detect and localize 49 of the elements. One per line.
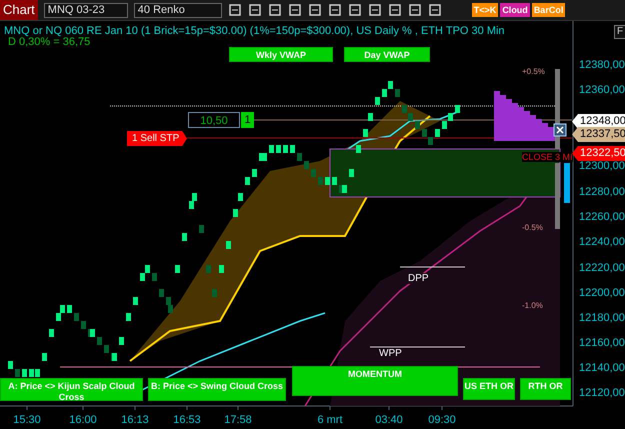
window-title: Chart: [0, 0, 38, 20]
volume-bar: [555, 163, 560, 229]
indicator-toggle[interactable]: Cloud: [500, 3, 530, 17]
instrument-dropdown[interactable]: MNQ 03-23: [44, 2, 128, 18]
order-quantity: 1: [241, 112, 254, 128]
sell-stop-order-tag[interactable]: 1 Sell STP: [127, 131, 187, 146]
vwap-button[interactable]: Wkly VWAP: [229, 47, 333, 62]
signal-button[interactable]: B: Price <> Swing Cloud Cross: [148, 378, 286, 401]
bar-type-dropdown[interactable]: 40 Renko: [134, 2, 222, 18]
pivot-line: [400, 266, 466, 268]
time-axis-label: 09:30: [428, 414, 456, 426]
indicator-toggle[interactable]: BarCol: [532, 3, 566, 17]
price-axis-label: 12220,00: [579, 262, 625, 274]
pivot-label: DPP: [406, 273, 431, 284]
price-axis-label: 12300,00: [579, 160, 625, 172]
close-icon[interactable]: [554, 124, 566, 136]
price-axis-label: 12140,00: [579, 362, 625, 374]
signal-button[interactable]: RTH OR: [520, 378, 571, 400]
signal-button[interactable]: US ETH OR: [463, 378, 515, 400]
indicator-toggle[interactable]: T<>K: [472, 3, 498, 17]
price-axis-label: 12240,00: [579, 236, 625, 248]
time-axis-label: 16:00: [69, 414, 97, 426]
vwap-button[interactable]: Day VWAP: [344, 47, 430, 62]
percent-label: +0.5%: [522, 67, 545, 76]
price-axis-label: 12380,00: [579, 59, 625, 71]
signal-button[interactable]: MOMENTUM: [292, 366, 458, 396]
time-axis-label: 17:58: [224, 414, 252, 426]
pivot-label: WPP: [377, 348, 404, 359]
chart-title: MNQ or NQ 060 RE Jan 10 (1 Brick=15p=$30.00) (1%=150p=$300.00), US Daily % , ETH TPO 30 Min: [4, 25, 505, 37]
signal-button[interactable]: A: Price <> Kijun Scalp Cloud Cross: [0, 378, 143, 401]
time-axis-label: 15:30: [13, 414, 41, 426]
price-axis-label: 12260,00: [579, 211, 625, 223]
price-axis-label: 12160,00: [579, 337, 625, 349]
volume-bar: [564, 163, 570, 203]
percent-label: -0.5%: [522, 223, 543, 232]
price-axis-label: 12280,00: [579, 186, 625, 198]
price-axis-label: 12200,00: [579, 287, 625, 299]
price-axis-label: 12180,00: [579, 312, 625, 324]
order-value-field[interactable]: 10,50: [188, 112, 240, 128]
percent-label: -1.0%: [522, 301, 543, 310]
close-label: CLOSE 3 MI: [522, 152, 573, 162]
time-axis-label: 03:40: [375, 414, 403, 426]
price-axis-label: 12360,00: [579, 84, 625, 96]
f-button[interactable]: F: [614, 25, 625, 39]
time-axis-label: 16:13: [121, 414, 149, 426]
time-axis-label: 6 mrt: [317, 414, 343, 426]
price-axis-label: 12120,00: [579, 387, 625, 399]
time-axis-label: 16:53: [173, 414, 201, 426]
daily-range-label: D 0,30% = 36,75: [8, 36, 90, 48]
